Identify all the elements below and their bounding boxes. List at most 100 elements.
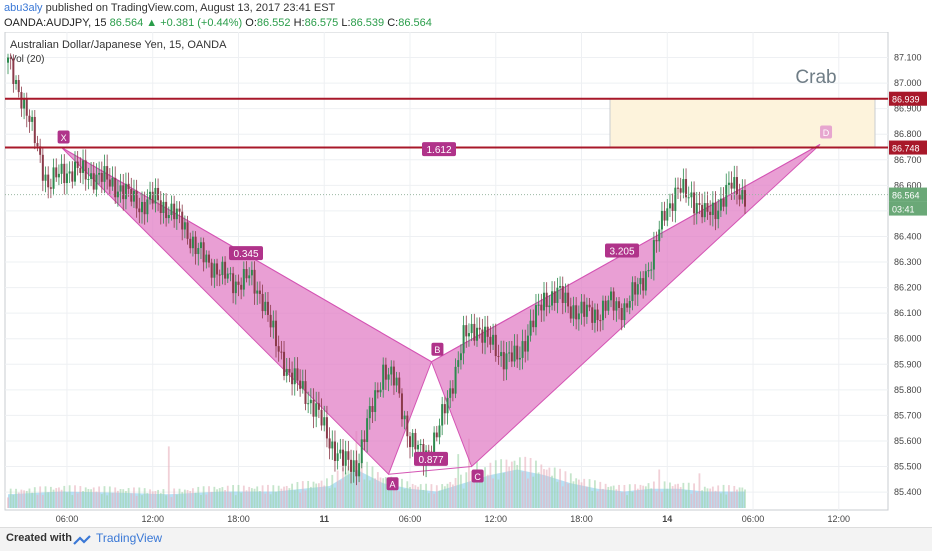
volume-bar: [103, 486, 106, 508]
candle-body: [336, 453, 339, 461]
candle-body: [202, 242, 205, 263]
volume-bar: [607, 486, 610, 508]
candle-body: [709, 211, 712, 215]
candle-body: [459, 353, 462, 361]
candle-body: [111, 177, 114, 187]
volume-bar: [374, 478, 377, 508]
candle-body: [577, 313, 580, 320]
volume-bar: [240, 492, 243, 508]
volume-bar: [280, 488, 283, 508]
candle-body: [655, 240, 658, 242]
open-value: 86.552: [256, 17, 291, 29]
candle-body: [462, 325, 465, 354]
volume-bar: [655, 491, 658, 508]
volume-bar: [76, 493, 79, 508]
volume-bar: [58, 487, 60, 508]
candle-body: [347, 451, 350, 460]
ohlc-bar: OANDA:AUDJPY, 15 86.564 ▲ +0.381 (+0.44%…: [4, 17, 432, 29]
candle-body: [521, 341, 524, 358]
volume-bar: [679, 487, 682, 508]
candle-body: [543, 292, 545, 311]
candle-body: [186, 222, 189, 239]
volume-bar: [344, 472, 347, 508]
volume-bar: [577, 479, 580, 508]
candle-body: [141, 201, 143, 213]
candle-body: [277, 346, 280, 352]
candle-body: [151, 191, 154, 204]
volume-bar: [95, 491, 98, 508]
volume-bar: [604, 483, 607, 508]
volume-bar: [237, 484, 240, 508]
candle-body: [60, 163, 63, 174]
candle-body: [534, 305, 537, 328]
candle-body: [12, 58, 15, 84]
volume-bar: [33, 487, 36, 508]
ratio-bcd-label: 3.205: [609, 247, 634, 258]
candle-body: [122, 185, 125, 200]
volume-bar: [183, 489, 186, 508]
ratio-xad-label: 1.612: [426, 145, 451, 156]
candle-body: [537, 304, 540, 306]
candle-body: [248, 275, 251, 279]
volume-bar: [516, 464, 519, 508]
candle-body: [620, 307, 623, 321]
volume-bar: [66, 492, 68, 508]
volume-bar: [135, 495, 138, 508]
candle-body: [660, 210, 663, 230]
x-tick-label: 06:00: [56, 514, 79, 524]
created-with-label: Created with: [6, 532, 73, 544]
candle-body: [384, 364, 387, 380]
volume-bar: [393, 487, 395, 508]
candle-body: [106, 166, 109, 180]
candle-body: [414, 432, 417, 450]
volume-bar: [719, 493, 722, 508]
candle-body: [52, 167, 55, 189]
volume-bar: [414, 485, 417, 508]
volume-bar: [492, 478, 494, 508]
publisher-name[interactable]: abu3aly: [4, 2, 43, 14]
candle-body: [132, 190, 135, 202]
volume-bar: [339, 480, 342, 508]
volume-bar: [52, 489, 55, 508]
volume-bar: [422, 489, 425, 508]
candle-body: [693, 192, 696, 214]
candle-body: [497, 356, 500, 358]
candle-body: [197, 248, 200, 255]
volume-bar: [31, 492, 34, 508]
volume-bar: [39, 486, 42, 508]
volume-bar: [347, 466, 350, 508]
candle-body: [567, 292, 570, 307]
footer-bar: Created with TradingView: [0, 527, 932, 551]
candle-body: [663, 210, 666, 221]
candle-body: [438, 425, 441, 438]
x-tick-label: 11: [319, 514, 329, 524]
candle-body: [473, 323, 476, 341]
candle-body: [500, 352, 503, 357]
volume-bar: [599, 481, 602, 508]
candle-body: [628, 301, 631, 308]
price-chart[interactable]: 06:00 12:00 18:00 11 06:00 12:00 18:00 14 06:00 1…: [0, 31, 932, 527]
candle-body: [583, 301, 586, 317]
volume-bar: [476, 461, 478, 508]
volume-bar: [644, 486, 647, 508]
volume-bar: [443, 486, 446, 508]
candle-body: [465, 325, 468, 337]
volume-bar: [317, 483, 320, 508]
volume-bar: [98, 486, 101, 508]
volume-bar: [615, 489, 618, 508]
volume-bar: [465, 472, 468, 508]
volume-bar: [202, 486, 205, 508]
tradingview-brand[interactable]: TradingView: [96, 531, 162, 545]
volume-bar: [326, 478, 328, 508]
volume-bar: [173, 488, 176, 508]
volume-bar: [366, 461, 369, 508]
volume-bar: [138, 487, 141, 508]
candle-body: [28, 115, 31, 122]
volume-bar: [669, 482, 671, 508]
volume-bar: [626, 495, 628, 508]
low-value: 86.539: [350, 17, 385, 29]
chart-area[interactable]: 06:00 12:00 18:00 11 06:00 12:00 18:00 14 06:00 1…: [0, 31, 932, 527]
candle-body: [604, 300, 607, 311]
volume-bar: [537, 472, 540, 508]
candle-body: [666, 208, 669, 221]
